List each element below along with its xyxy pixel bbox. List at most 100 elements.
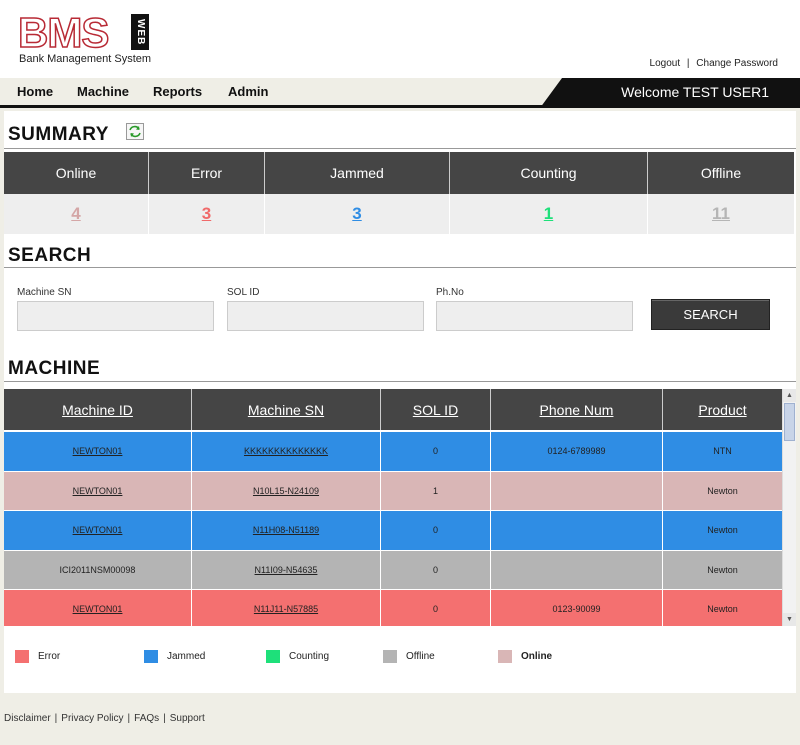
sol-id-label: SOL ID [227, 287, 260, 298]
machine-table: Machine ID Machine SN SOL ID Phone Num P… [4, 389, 782, 626]
legend-online: Online [498, 650, 552, 663]
sol-id-cell: 0 [381, 511, 491, 550]
summary-cell-error: 3 [149, 194, 265, 234]
offline-count-link[interactable]: 11 [712, 204, 730, 224]
nav-admin[interactable]: Admin [228, 84, 268, 99]
product-cell: Newton [707, 525, 738, 536]
phone-no-input[interactable] [436, 301, 633, 331]
footer: Disclaimer | Privacy Policy | FAQs | Support [4, 713, 205, 724]
refresh-icon[interactable] [126, 123, 144, 140]
logout-link[interactable]: Logout [650, 58, 681, 69]
nav-reports[interactable]: Reports [153, 84, 202, 99]
summary-cell-online: 4 [4, 194, 149, 234]
summary-table: Online Error Jammed Counting Offline 4 3… [4, 152, 794, 234]
legend-online-swatch [498, 650, 512, 663]
scroll-down-icon[interactable]: ▼ [783, 613, 796, 626]
col-machine-sn[interactable]: Machine SN [192, 389, 381, 430]
phone-cell [491, 511, 663, 550]
table-row: NEWTON01 KKKKKKKKKKKKKK 0 0124-6789989 N… [4, 432, 782, 472]
product-cell: NTN [713, 446, 732, 457]
summary-header-row: Online Error Jammed Counting Offline [4, 152, 794, 194]
bms-logo[interactable]: BMS WEB Bank Management System [17, 9, 158, 68]
privacy-policy-link[interactable]: Privacy Policy [61, 713, 123, 724]
machine-id-link[interactable]: NEWTON01 [73, 446, 123, 456]
phone-no-label: Ph.No [436, 287, 464, 298]
logo-text: BMS [17, 9, 110, 56]
machine-sn-link[interactable]: N11H08-N51189 [253, 525, 319, 535]
col-phone-num[interactable]: Phone Num [491, 389, 663, 430]
table-scrollbar[interactable]: ▲ ▼ [782, 389, 796, 626]
sol-id-input[interactable] [227, 301, 424, 331]
legend-error: Error [15, 650, 60, 663]
summary-col-error: Error [149, 152, 265, 194]
footer-separator: | [163, 713, 166, 724]
summary-cell-offline: 11 [648, 194, 794, 234]
col-sol-id[interactable]: SOL ID [381, 389, 491, 430]
machine-id-link[interactable]: NEWTON01 [73, 525, 123, 535]
summary-cell-counting: 1 [450, 194, 648, 234]
sol-id-cell: 0 [381, 550, 491, 589]
phone-cell: 0124-6789989 [491, 432, 663, 471]
machine-id-link[interactable]: NEWTON01 [73, 486, 123, 496]
legend-error-label: Error [38, 651, 61, 662]
summary-col-jammed: Jammed [265, 152, 450, 194]
col-product[interactable]: Product [663, 389, 782, 430]
faqs-link[interactable]: FAQs [134, 713, 159, 724]
machine-sn-input[interactable] [17, 301, 214, 331]
summary-values-row: 4 3 3 1 11 [4, 194, 794, 234]
logo-badge: WEB [131, 14, 149, 50]
legend-jammed-swatch [144, 650, 158, 663]
support-link[interactable]: Support [170, 713, 205, 724]
machine-sn-link[interactable]: N11I09-N54635 [255, 565, 318, 575]
machine-sn-label: Machine SN [17, 287, 72, 298]
legend-offline-label: Offline [406, 651, 435, 662]
machine-sn-link[interactable]: KKKKKKKKKKKKKK [244, 446, 328, 456]
machine-id-cell: ICI2011NSM00098 [59, 564, 136, 575]
header: BMS WEB Bank Management System Logout | … [0, 0, 800, 78]
legend-error-swatch [15, 650, 29, 663]
error-count-link[interactable]: 3 [202, 204, 211, 224]
legend-offline-swatch [383, 650, 397, 663]
online-count-link[interactable]: 4 [71, 204, 80, 224]
machine-table-header: Machine ID Machine SN SOL ID Phone Num P… [4, 389, 782, 432]
sol-id-cell: 1 [381, 471, 491, 510]
summary-title: SUMMARY [8, 124, 109, 145]
nav-home[interactable]: Home [17, 84, 53, 99]
legend-counting-swatch [266, 650, 280, 663]
change-password-link[interactable]: Change Password [696, 58, 778, 69]
summary-col-counting: Counting [450, 152, 648, 194]
sol-id-cell: 0 [381, 432, 491, 471]
legend-online-label: Online [521, 651, 553, 662]
product-cell: Newton [707, 564, 738, 575]
phone-cell [491, 550, 663, 589]
scroll-thumb[interactable] [784, 403, 795, 441]
machine-sn-link[interactable]: N10L15-N24109 [253, 486, 319, 496]
col-machine-id[interactable]: Machine ID [4, 389, 192, 430]
machine-sn-link[interactable]: N11J11-N57885 [254, 604, 318, 614]
nav-machine[interactable]: Machine [77, 84, 129, 99]
product-cell: Newton [707, 485, 738, 496]
summary-col-offline: Offline [700, 165, 742, 181]
product-cell: Newton [707, 604, 738, 615]
top-links: Logout | Change Password [650, 58, 778, 69]
logo-subtitle: Bank Management System [19, 53, 152, 65]
legend-jammed: Jammed [144, 650, 205, 663]
top-links-separator: | [686, 58, 690, 69]
disclaimer-link[interactable]: Disclaimer [4, 713, 51, 724]
phone-cell: 0123-90099 [491, 590, 663, 626]
legend-counting-label: Counting [289, 651, 330, 662]
welcome-banner: Welcome TEST USER1 [540, 78, 800, 108]
machine-id-link[interactable]: NEWTON01 [73, 604, 123, 614]
footer-separator: | [54, 713, 58, 724]
legend-counting: Counting [266, 650, 329, 663]
phone-cell [491, 471, 663, 510]
footer-separator: | [127, 713, 131, 724]
table-row: NEWTON01 N11H08-N51189 0 Newton [4, 511, 782, 551]
sol-id-cell: 0 [381, 590, 491, 626]
search-button[interactable]: SEARCH [651, 299, 770, 330]
scroll-up-icon[interactable]: ▲ [783, 389, 796, 402]
jammed-count-link[interactable]: 3 [352, 204, 361, 224]
counting-count-link[interactable]: 1 [544, 204, 553, 224]
summary-cell-jammed: 3 [265, 194, 450, 234]
legend-jammed-label: Jammed [167, 651, 206, 662]
